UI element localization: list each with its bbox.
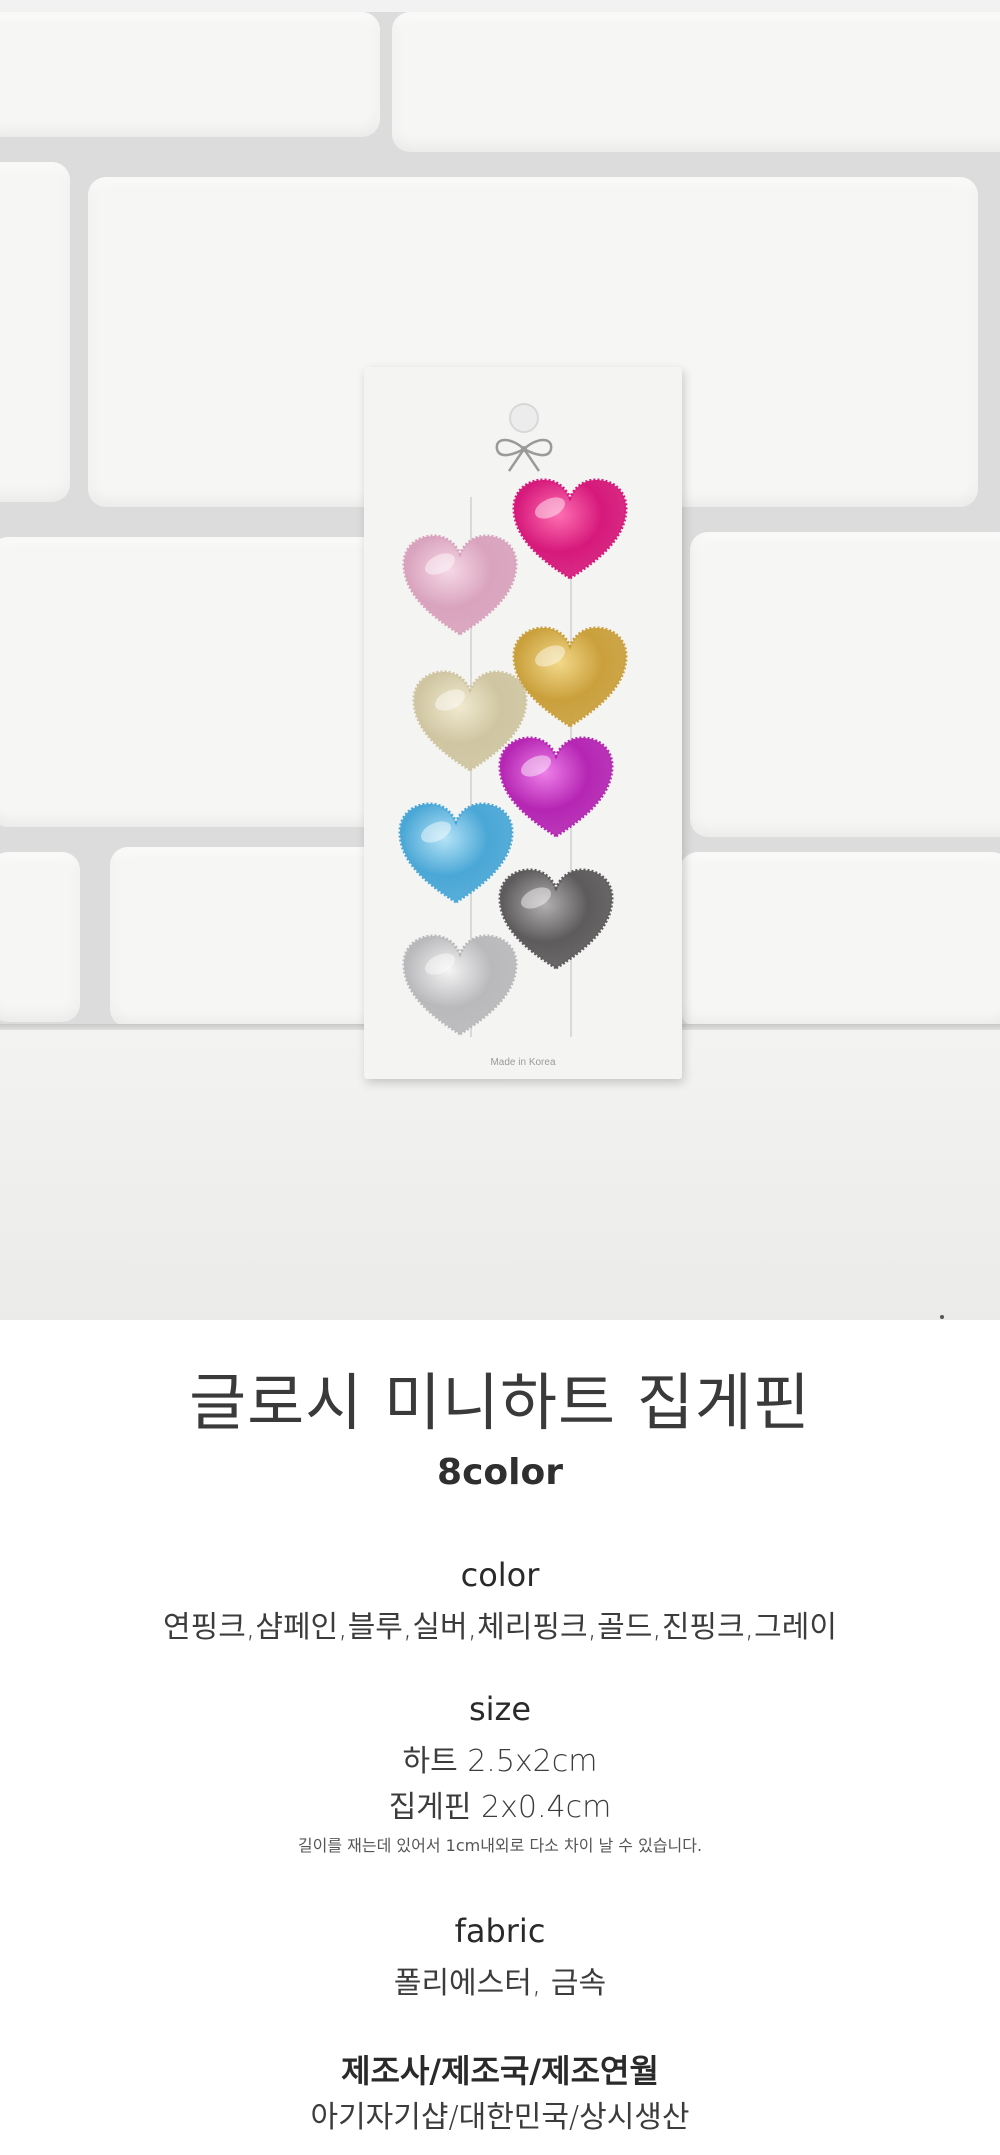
size-pin: 집게핀 2x0.4cm: [388, 1790, 612, 1825]
color-count: 8color: [437, 1452, 563, 1493]
size-heart: 하트 2.5x2cm: [402, 1744, 598, 1779]
color-value: 연핑크,샴페인,블루,실버,체리핑크,골드,진핑크,그레이: [163, 1610, 837, 1645]
fabric-label: fabric: [454, 1912, 546, 1950]
made-in-label: Made in Korea: [490, 1057, 556, 1068]
size-note: 길이를 재는데 있어서 1cm내외로 다소 차이 날 수 있습니다.: [297, 1836, 703, 1855]
fabric-value: 폴리에스터, 금속: [393, 1966, 607, 2001]
product-info: 글로시 미니하트 집게핀 8color color 연핑크,샴페인,블루,실버,…: [0, 1320, 1000, 2155]
heart-light-pink: [402, 534, 518, 636]
heart-silver: [402, 934, 518, 1036]
bow-logo: [495, 438, 553, 472]
product-photo: Made in Korea: [0, 0, 1000, 1320]
product-title: 글로시 미니하트 집게핀: [189, 1366, 811, 1439]
size-label: size: [468, 1690, 532, 1728]
maker-label: 제조사/제조국/제조연월: [341, 2052, 659, 2090]
hang-hole: [509, 403, 539, 433]
color-label: color: [460, 1556, 540, 1594]
maker-value: 아기자기샵/대한민국/상시생산: [310, 2100, 690, 2135]
heart-cherry-pink: [512, 478, 628, 580]
